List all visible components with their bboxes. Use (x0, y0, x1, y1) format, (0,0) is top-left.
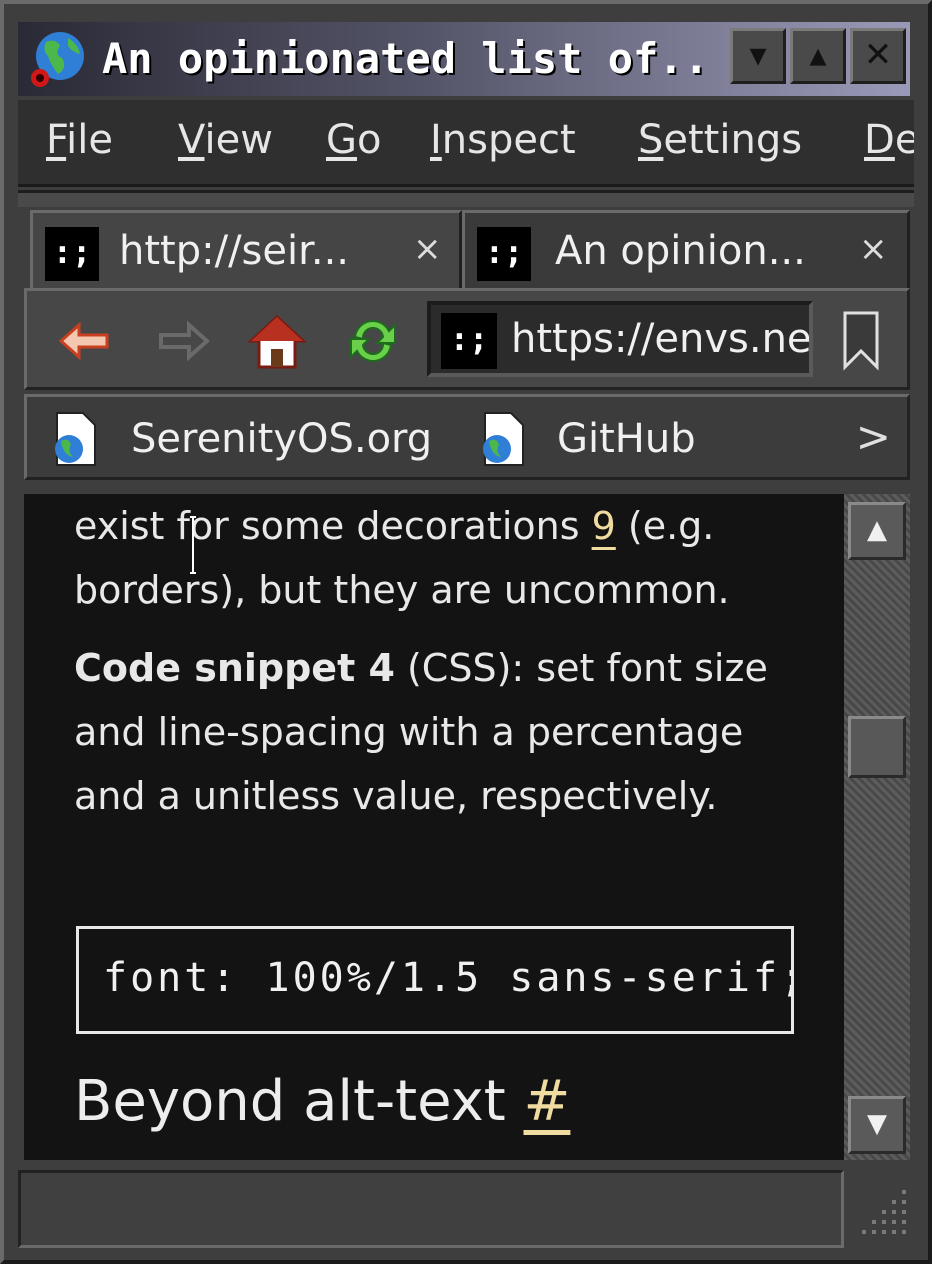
menu-settings-label: ettings (663, 117, 803, 163)
caption-label: Code snippet 4 (74, 646, 395, 690)
menu-settings[interactable]: Settings (638, 114, 802, 166)
title-bar[interactable]: An opinionated list of... ▾ ▴ ✕ (18, 22, 910, 96)
home-icon[interactable] (247, 311, 307, 371)
menu-settings-mnemonic: S (638, 117, 664, 163)
menu-go-label: o (357, 117, 382, 163)
tab-2-label: An opinion... (555, 228, 806, 274)
heading-anchor-link[interactable]: # (523, 1069, 570, 1134)
menu-inspect-label: nspect (441, 117, 576, 163)
vertical-scrollbar[interactable]: ▲ ▼ (844, 494, 910, 1160)
menu-bar: File View Go Inspect Settings De (18, 100, 914, 187)
tab-2-close-icon[interactable]: × (859, 227, 888, 271)
web-page-icon (483, 412, 524, 466)
bookmarks-overflow-chevron-icon[interactable]: > (856, 411, 891, 463)
paragraph-text: exist for some decorations (74, 504, 592, 548)
code-text: font: 100%/1.5 sans-serif; (103, 955, 794, 1001)
menu-file[interactable]: File (46, 114, 113, 166)
scroll-up-button[interactable]: ▲ (848, 502, 906, 560)
footnote-link[interactable]: 9 (592, 504, 616, 548)
bookmarks-bar: SerenityOS.org GitHub > (24, 394, 910, 480)
back-arrow-icon[interactable] (55, 311, 115, 371)
menu-debug[interactable]: De (864, 114, 914, 166)
menu-go-mnemonic: G (326, 117, 357, 163)
tab-1[interactable]: :; http://seir... × (30, 210, 462, 288)
web-content[interactable]: exist for some decorations 9 (e.g. borde… (24, 494, 844, 1160)
text-cursor-icon (190, 516, 196, 574)
tab-2[interactable]: :; An opinion... × (462, 210, 910, 288)
menu-inspect-mnemonic: I (430, 117, 442, 163)
menu-file-label: ile (66, 117, 113, 163)
web-page-icon (55, 412, 96, 466)
url-bar[interactable]: :; https://envs.ne (427, 301, 813, 377)
menu-view-mnemonic: V (178, 117, 205, 163)
menu-debug-mnemonic: D (864, 117, 895, 163)
paragraph-decorations: exist for some decorations 9 (e.g. borde… (74, 494, 774, 622)
heading-text: Beyond alt-text (74, 1069, 524, 1134)
resize-grip-icon[interactable] (852, 1180, 914, 1242)
menu-file-mnemonic: F (46, 117, 67, 163)
bookmark-github[interactable]: GitHub (557, 413, 696, 465)
code-snippet-caption: Code snippet 4 (CSS): set font size and … (74, 636, 774, 828)
scroll-down-button[interactable]: ▼ (848, 1096, 906, 1154)
status-bar (18, 1170, 844, 1248)
tab-1-close-icon[interactable]: × (413, 227, 442, 271)
site-favicon-icon: :; (45, 227, 99, 281)
bookmark-icon[interactable] (831, 307, 891, 373)
code-block[interactable]: font: 100%/1.5 sans-serif; (76, 926, 794, 1034)
section-heading: Beyond alt-text # (74, 1066, 570, 1138)
menu-inspect[interactable]: Inspect (430, 114, 576, 166)
bookmark-serenityos[interactable]: SerenityOS.org (131, 413, 432, 465)
url-favicon-icon: :; (441, 313, 497, 369)
reload-icon[interactable] (343, 311, 403, 371)
url-text[interactable]: https://envs.ne (511, 313, 809, 365)
tab-1-label: http://seir... (119, 228, 350, 274)
menu-debug-label: e (895, 117, 914, 163)
close-button[interactable]: ✕ (850, 28, 906, 84)
menu-view[interactable]: View (178, 114, 273, 166)
navigation-toolbar: :; https://envs.ne (24, 288, 910, 390)
scroll-thumb[interactable] (848, 716, 906, 778)
site-favicon-icon: :; (477, 227, 531, 281)
minimize-button[interactable]: ▾ (730, 28, 786, 84)
maximize-button[interactable]: ▴ (790, 28, 846, 84)
menu-separator (18, 190, 914, 207)
menu-go[interactable]: Go (326, 114, 381, 166)
browser-globe-icon (31, 32, 84, 87)
window-title: An opinionated list of... (102, 34, 702, 83)
forward-arrow-icon[interactable] (153, 311, 213, 371)
menu-view-label: iew (204, 117, 273, 163)
